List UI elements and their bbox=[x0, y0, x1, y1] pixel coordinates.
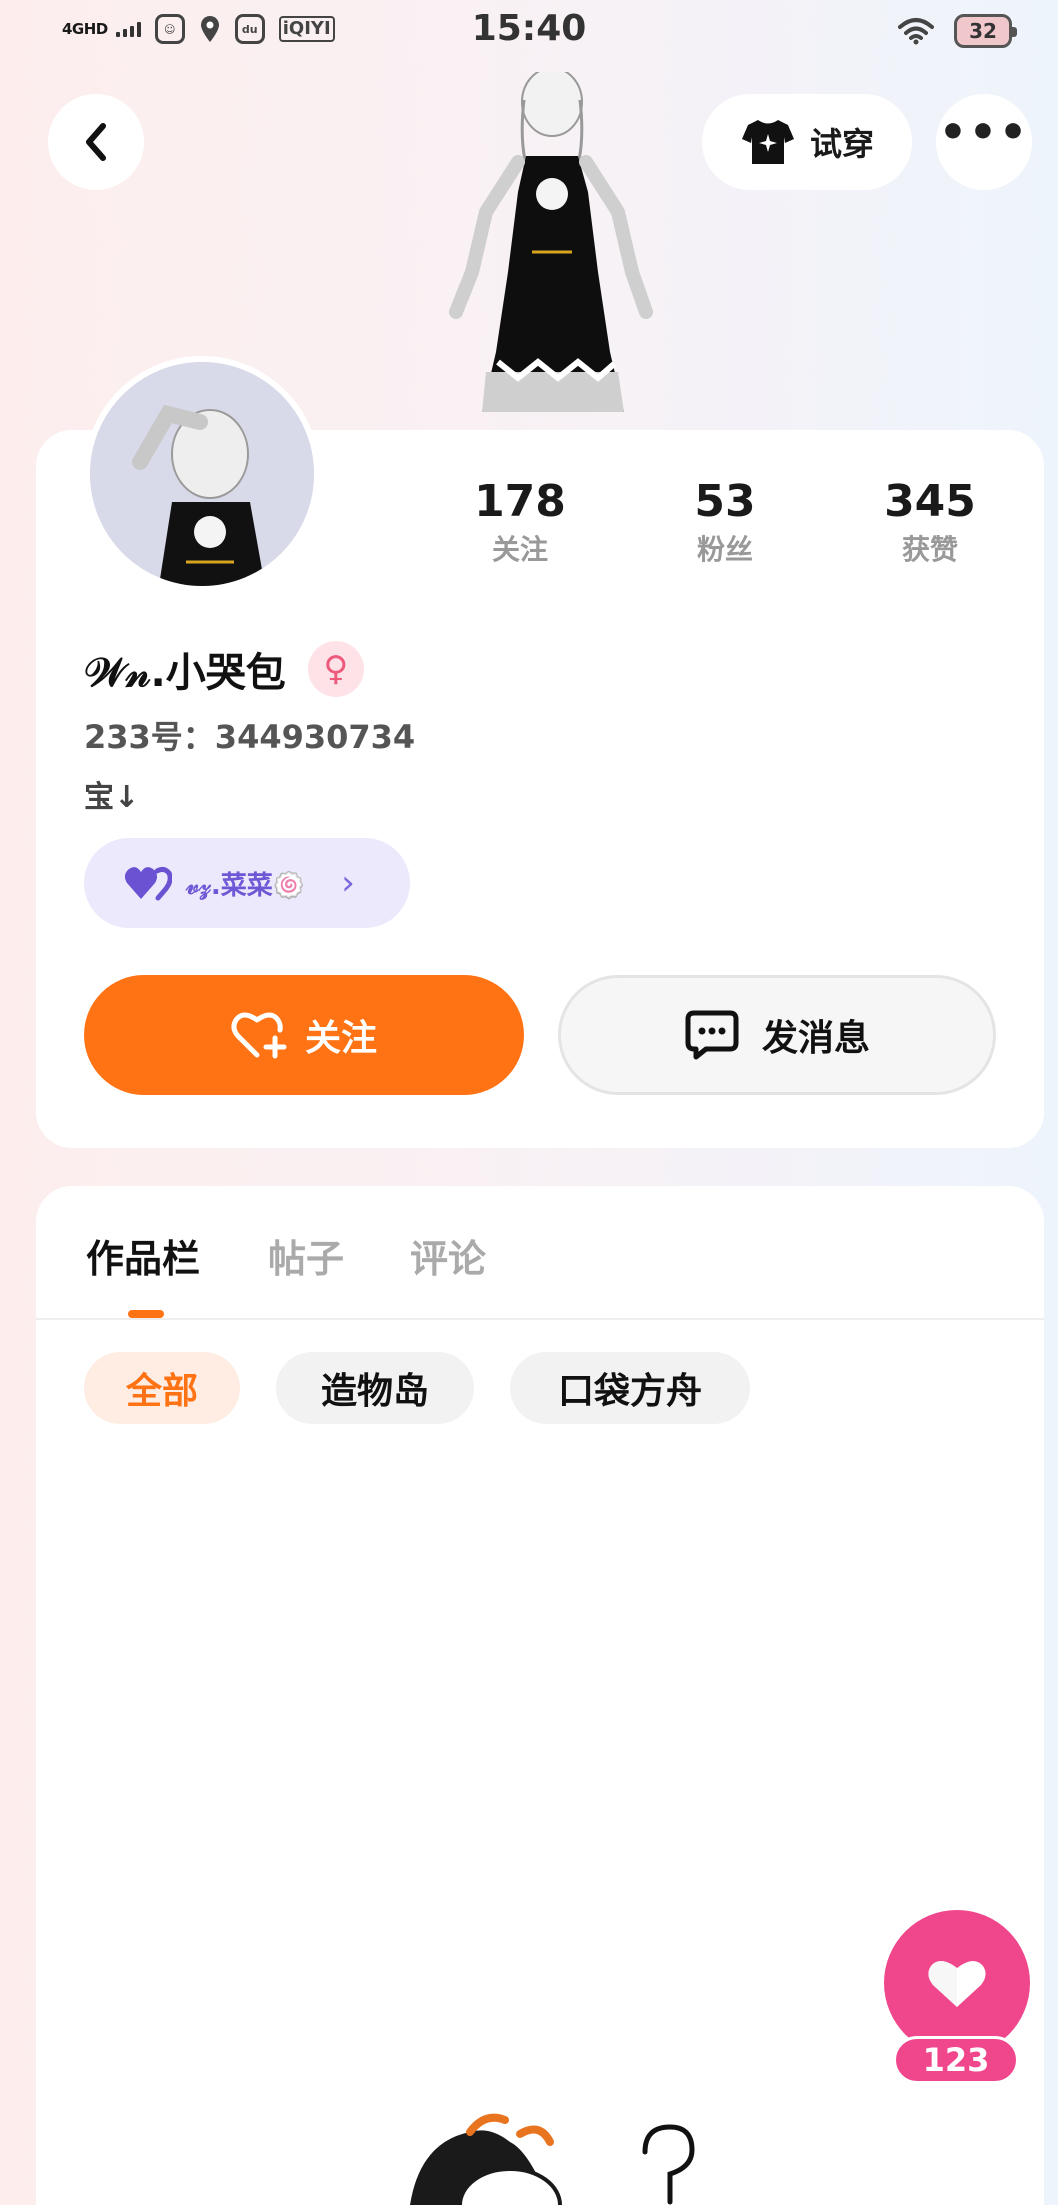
stat-likes-label: 获赞 bbox=[901, 533, 958, 566]
works-card bbox=[36, 1186, 1044, 2205]
stat-following-value: 178 bbox=[474, 476, 566, 527]
stat-likes[interactable]: 345 获赞 bbox=[850, 474, 1010, 570]
filter-creation-island[interactable]: 造物岛 bbox=[276, 1352, 474, 1424]
tab-divider bbox=[36, 1318, 1044, 1320]
filter-pocket-ark[interactable]: 口袋方舟 bbox=[510, 1352, 750, 1424]
avatar[interactable] bbox=[84, 356, 320, 592]
heart-plus-icon bbox=[231, 1012, 287, 1059]
stat-fans-label: 粉丝 bbox=[696, 533, 753, 566]
mascot-figure bbox=[410, 2113, 695, 2205]
filter-all[interactable]: 全部 bbox=[84, 1352, 240, 1424]
stat-fans[interactable]: 53 粉丝 bbox=[645, 474, 805, 570]
try-on-button[interactable]: 试穿 bbox=[702, 94, 912, 190]
bond-chip[interactable]: 𝓋𝓏.菜菜🍥 › bbox=[84, 838, 410, 928]
follow-label: 关注 bbox=[304, 1018, 377, 1059]
wifi-icon bbox=[898, 18, 934, 45]
stat-following[interactable]: 178 关注 bbox=[440, 474, 600, 570]
chat-bubble-icon bbox=[685, 1010, 739, 1060]
female-icon: ♀ bbox=[307, 641, 364, 697]
stat-fans-value: 53 bbox=[694, 476, 756, 527]
heart-icon bbox=[928, 1960, 986, 2007]
user-bio: 宝↓ bbox=[84, 780, 140, 815]
tab-posts[interactable]: 帖子 bbox=[268, 1228, 344, 1283]
floating-like-button[interactable] bbox=[884, 1910, 1030, 2056]
message-label: 发消息 bbox=[761, 1018, 870, 1059]
status-bar: 4GHD ☺ du iQIYI 15:40 32 bbox=[0, 0, 1058, 66]
avatar-figure bbox=[90, 362, 314, 586]
user-name: 𝒲𝓃.小哭包 bbox=[84, 650, 286, 696]
follow-button[interactable]: 关注 bbox=[84, 975, 524, 1095]
stat-likes-value: 345 bbox=[884, 476, 976, 527]
chevron-left-icon bbox=[86, 123, 106, 161]
more-dots-icon: ••• bbox=[938, 107, 1030, 158]
hero-character-figure bbox=[449, 72, 653, 412]
like-count-badge: 123 bbox=[893, 2036, 1019, 2084]
double-heart-icon bbox=[124, 866, 172, 901]
tab-comments[interactable]: 评论 bbox=[410, 1228, 486, 1283]
tab-indicator bbox=[128, 1310, 164, 1318]
message-button[interactable]: 发消息 bbox=[558, 975, 996, 1095]
name-row: 𝒲𝓃.小哭包 ♀ bbox=[84, 640, 364, 698]
try-on-label: 试穿 bbox=[809, 125, 874, 163]
more-button[interactable]: ••• bbox=[936, 94, 1032, 190]
user-id: 233号：344930734 bbox=[84, 718, 416, 756]
chevron-right-icon: › bbox=[341, 863, 355, 903]
bond-partner-name: 𝓋𝓏.菜菜🍥 bbox=[186, 870, 306, 901]
battery-indicator: 32 bbox=[954, 14, 1017, 48]
tab-works[interactable]: 作品栏 bbox=[86, 1228, 200, 1283]
stat-following-label: 关注 bbox=[491, 533, 548, 566]
back-button[interactable] bbox=[48, 94, 144, 190]
status-right: 32 bbox=[898, 14, 1017, 48]
tshirt-icon bbox=[741, 120, 794, 164]
